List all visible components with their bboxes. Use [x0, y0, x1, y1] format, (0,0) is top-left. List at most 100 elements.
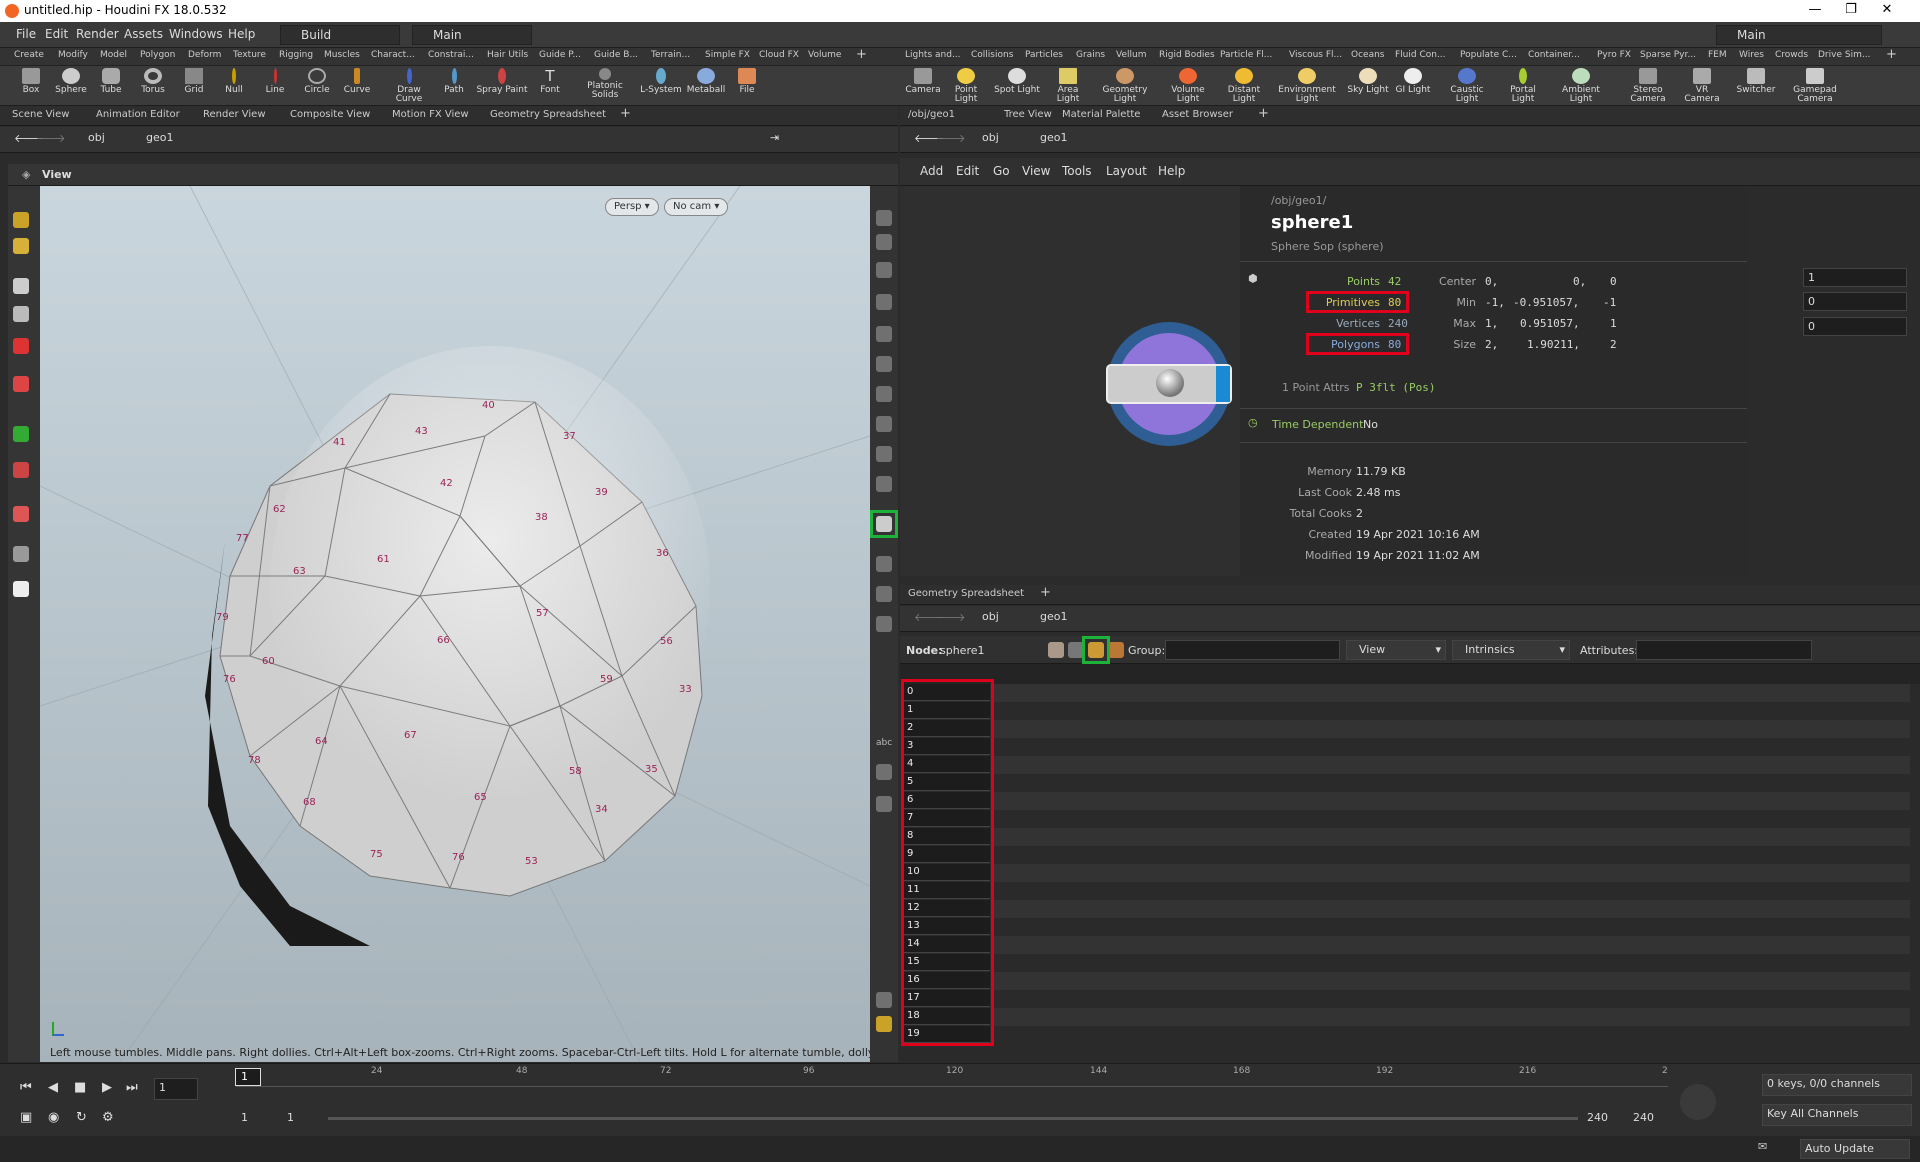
- shelf-tab[interactable]: Crowds: [1775, 50, 1808, 60]
- shelf-tab[interactable]: Oceans: [1351, 50, 1384, 60]
- lock-icon[interactable]: [13, 306, 29, 322]
- ghost-icon[interactable]: [876, 262, 892, 278]
- tool-spot-light[interactable]: Spot Light: [994, 68, 1040, 95]
- tool-caustic-light[interactable]: Caustic Light: [1439, 68, 1495, 104]
- forward-icon[interactable]: 🡒: [936, 610, 966, 628]
- key-all-channels-select[interactable]: Key All Channels: [1762, 1104, 1912, 1126]
- shelf-tab[interactable]: Sparse Pyr...: [1640, 50, 1696, 60]
- tool-curve[interactable]: Curve: [334, 68, 380, 95]
- move-tool-icon[interactable]: [13, 238, 29, 254]
- shelf-tab[interactable]: Vellum: [1116, 50, 1146, 60]
- net-menu-layout[interactable]: Layout: [1106, 164, 1147, 178]
- points-mode-icon[interactable]: [1048, 642, 1064, 658]
- param-field[interactable]: 0: [1803, 317, 1907, 336]
- tab-tree-view[interactable]: Tree View: [1004, 109, 1052, 120]
- tool-distant-light[interactable]: Distant Light: [1218, 68, 1270, 104]
- view-select[interactable]: View ▾: [1346, 640, 1446, 660]
- tool-line[interactable]: Line: [252, 68, 298, 95]
- tab-geometry-spreadsheet[interactable]: Geometry Spreadsheet: [908, 588, 1024, 599]
- tool-metaball[interactable]: Metaball: [683, 68, 729, 95]
- shelf-tab[interactable]: FEM: [1708, 50, 1727, 60]
- chat-icon[interactable]: ✉: [1758, 1140, 1767, 1153]
- display-flag[interactable]: [1216, 366, 1230, 402]
- scene-viewport[interactable]: Persp ▾ No cam ▾ 40 43 37 41 42 39 62 38…: [40, 186, 870, 1062]
- shelf-tab[interactable]: Polygon: [140, 50, 175, 60]
- shelf-tab[interactable]: Cloud FX: [759, 50, 799, 60]
- tab-render-view[interactable]: Render View: [203, 109, 266, 120]
- tool-torus[interactable]: Torus: [130, 68, 176, 95]
- tool-file[interactable]: File: [724, 68, 770, 95]
- menu-windows[interactable]: Windows: [169, 27, 223, 41]
- pin-icon[interactable]: ⇥: [770, 131, 779, 149]
- tool-platonic-solids[interactable]: Platonic Solids: [582, 68, 628, 100]
- tab-motion-fx-view[interactable]: Motion FX View: [392, 109, 469, 120]
- attributes-field[interactable]: [1636, 640, 1812, 660]
- shelf-tab[interactable]: Wires: [1739, 50, 1764, 60]
- key-icon[interactable]: [1680, 1084, 1716, 1120]
- shelf-tab[interactable]: Volume: [808, 50, 841, 60]
- sphere1-node[interactable]: [1106, 364, 1232, 404]
- shelf-tab[interactable]: Texture: [233, 50, 266, 60]
- jump-end-icon[interactable]: ⏭: [126, 1080, 138, 1095]
- tab-material-palette[interactable]: Material Palette: [1062, 109, 1140, 120]
- tool-null[interactable]: Null: [211, 68, 257, 95]
- text-display-icon[interactable]: abc: [876, 738, 892, 748]
- shelf-tab[interactable]: Lights and...: [905, 50, 961, 60]
- select-tool-icon[interactable]: [13, 212, 29, 228]
- end-frame-field[interactable]: 240: [1582, 1108, 1626, 1128]
- shelf-tab[interactable]: Guide B...: [594, 50, 638, 60]
- start-frame-field[interactable]: 1: [236, 1108, 280, 1128]
- auto-update-select[interactable]: Auto Update: [1800, 1139, 1910, 1159]
- realtime-icon[interactable]: ▣: [20, 1110, 32, 1125]
- shelf-tab[interactable]: Hair Utils: [487, 50, 528, 60]
- shelf-tab[interactable]: Rigid Bodies: [1159, 50, 1215, 60]
- persp-menu[interactable]: Persp ▾: [605, 198, 659, 216]
- net-menu-help[interactable]: Help: [1158, 164, 1185, 178]
- tool-ambient-light[interactable]: Ambient Light: [1553, 68, 1609, 104]
- point-display-icon[interactable]: [876, 416, 892, 432]
- timeline-track[interactable]: [236, 1086, 1668, 1087]
- magnet-icon[interactable]: [13, 462, 29, 478]
- menu-render[interactable]: Render: [76, 27, 119, 41]
- handle-icon[interactable]: [13, 376, 29, 392]
- shelf-tab[interactable]: Pyro FX: [1597, 50, 1631, 60]
- shelf-tab[interactable]: Particles: [1025, 50, 1063, 60]
- view-tool-icon[interactable]: [13, 546, 29, 562]
- tab-obj-geo1[interactable]: /obj/geo1: [908, 109, 955, 120]
- visualizer-icon[interactable]: [876, 386, 892, 402]
- pose-icon[interactable]: [13, 426, 29, 442]
- scene-display-icon[interactable]: [876, 616, 892, 632]
- tool-geometry-light[interactable]: Geometry Light: [1102, 68, 1148, 104]
- tool-draw-curve[interactable]: Draw Curve: [383, 68, 435, 104]
- shading-icon[interactable]: [876, 294, 892, 310]
- tool-volume-light[interactable]: Volume Light: [1162, 68, 1214, 104]
- path-obj[interactable]: obj: [982, 131, 999, 149]
- menu-edit[interactable]: Edit: [45, 27, 68, 41]
- detail-mode-icon[interactable]: [1108, 642, 1124, 658]
- network-canvas[interactable]: [900, 186, 1240, 576]
- forward-icon[interactable]: 🡒: [36, 131, 66, 149]
- net-menu-go[interactable]: Go: [993, 164, 1010, 178]
- menu-file[interactable]: File: [16, 27, 36, 41]
- tool-tube[interactable]: Tube: [88, 68, 134, 95]
- loop-icon[interactable]: ↻: [76, 1110, 87, 1125]
- shelf-tab[interactable]: Grains: [1076, 50, 1105, 60]
- end-frame-field-2[interactable]: 240: [1628, 1108, 1672, 1128]
- tab-geometry-spreadsheet[interactable]: Geometry Spreadsheet: [490, 109, 606, 120]
- tool-gi-light[interactable]: GI Light: [1390, 68, 1436, 95]
- tool-point-light[interactable]: Point Light: [943, 68, 989, 104]
- tab-asset-browser[interactable]: Asset Browser: [1162, 109, 1233, 120]
- add-shelf-tab-icon[interactable]: +: [856, 47, 867, 62]
- range-slider[interactable]: [328, 1117, 1578, 1120]
- add-tab-icon[interactable]: +: [1040, 585, 1051, 600]
- tool-area-light[interactable]: Area Light: [1045, 68, 1091, 104]
- play-icon[interactable]: ▶: [102, 1080, 112, 1095]
- tab-animation-editor[interactable]: Animation Editor: [96, 109, 180, 120]
- shelf-tab[interactable]: Particle Fl...: [1220, 50, 1272, 60]
- normal-display-icon[interactable]: [876, 446, 892, 462]
- net-menu-edit[interactable]: Edit: [956, 164, 979, 178]
- path-geo1[interactable]: geo1: [1040, 131, 1067, 149]
- frame-field[interactable]: 1: [154, 1078, 198, 1100]
- intrinsics-select[interactable]: Intrinsics ▾: [1452, 640, 1570, 660]
- right-desktop-select[interactable]: Main: [1716, 25, 1882, 45]
